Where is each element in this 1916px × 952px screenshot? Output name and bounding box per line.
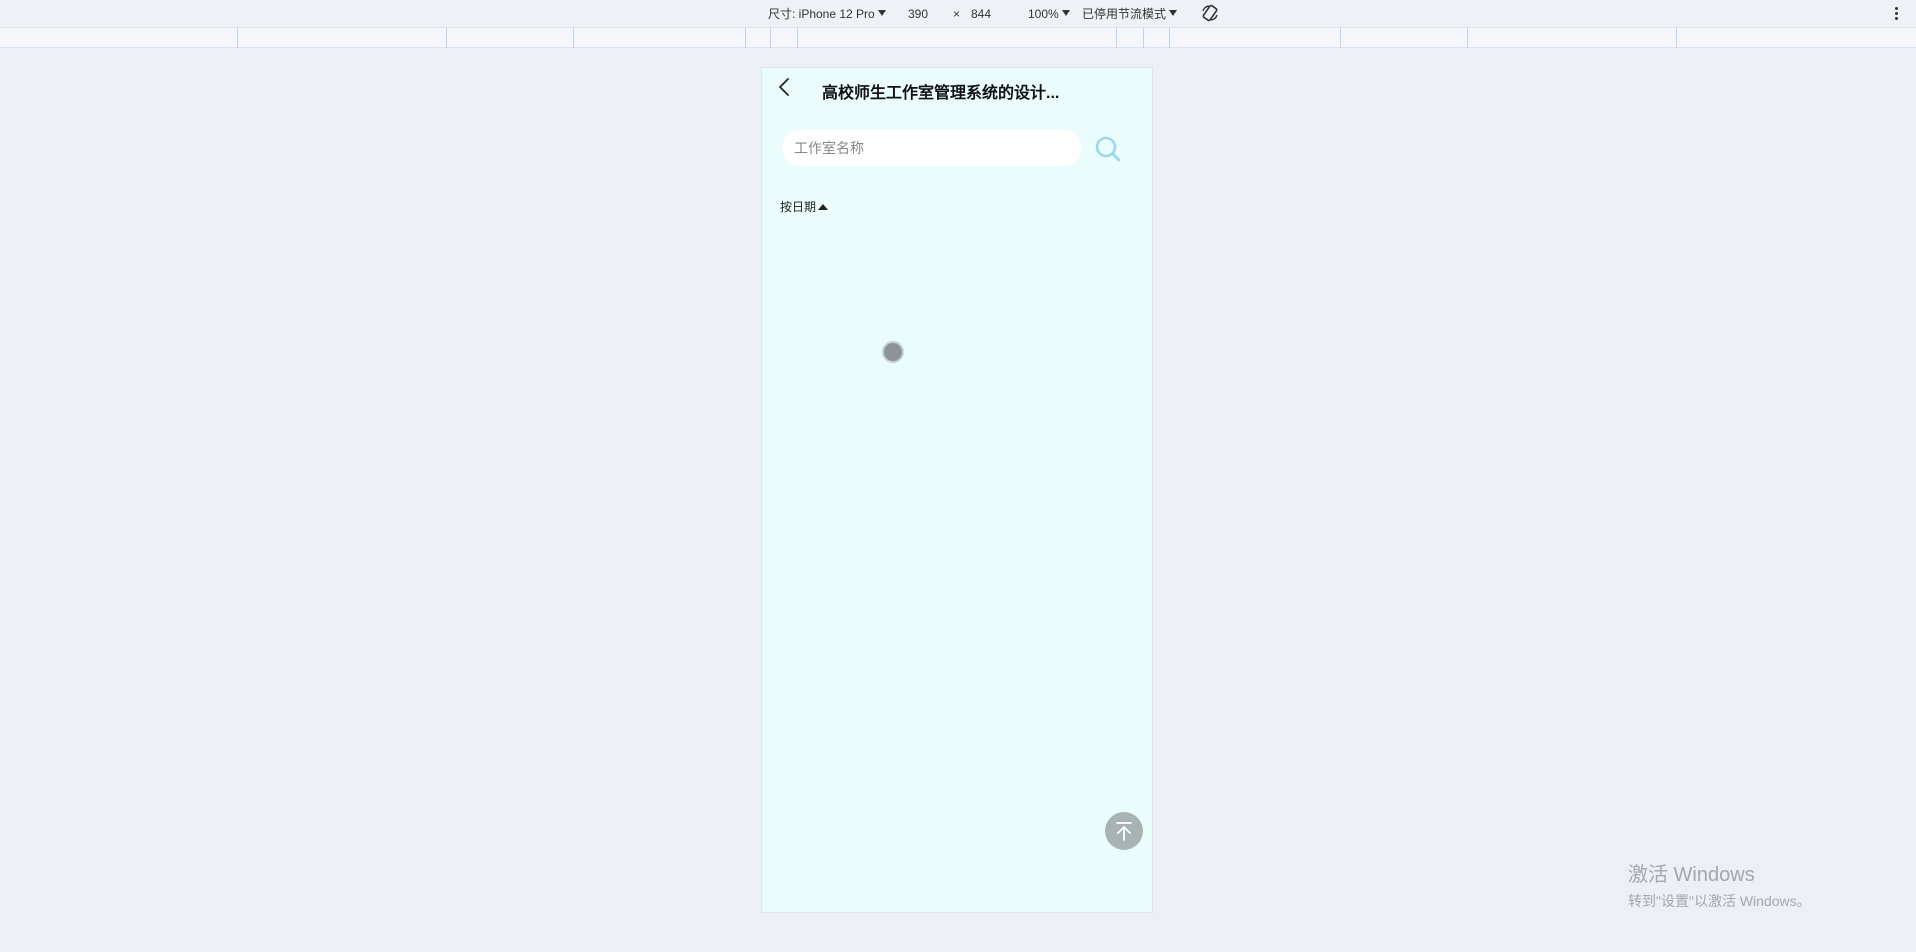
throttle-select[interactable]: 已停用节流模式	[1082, 0, 1178, 28]
watermark-title: 激活 Windows	[1628, 864, 1755, 886]
search-button[interactable]	[1092, 133, 1124, 165]
zoom-label: 100%	[1028, 7, 1059, 21]
ruler-tick	[797, 28, 798, 48]
nav-bar: 高校师生工作室管理系统的设计...	[762, 68, 1152, 110]
ruler-tick	[1676, 28, 1677, 48]
sort-label: 按日期	[780, 200, 817, 214]
ruler-tick	[1340, 28, 1341, 48]
device-select[interactable]: 尺寸: iPhone 12 Pro	[768, 0, 886, 28]
ruler-tick	[237, 28, 238, 48]
back-button[interactable]	[774, 76, 796, 98]
search-bar	[762, 130, 1152, 190]
loading-indicator	[882, 341, 904, 363]
search-icon	[1095, 136, 1121, 162]
devtools-device-toolbar: 尺寸: iPhone 12 Pro 390 × 844 100% 已停用节流模式	[0, 0, 1916, 28]
chevron-left-icon	[779, 78, 789, 96]
ruler-tick	[1116, 28, 1117, 48]
chevron-down-icon	[1061, 10, 1070, 16]
throttle-label: 已停用节流模式	[1082, 7, 1167, 21]
device-label: 尺寸: iPhone 12 Pro	[768, 7, 875, 21]
sort-by-date-button[interactable]: 按日期	[780, 198, 829, 215]
more-options-icon[interactable]	[1895, 7, 1898, 21]
chevron-down-icon	[877, 10, 886, 16]
ruler-tick	[573, 28, 574, 48]
back-to-top-button[interactable]	[1105, 812, 1143, 850]
height-field[interactable]: 844	[971, 0, 991, 28]
zoom-select[interactable]: 100%	[1028, 0, 1070, 28]
rotate-icon	[1202, 4, 1218, 22]
phone-viewport: 高校师生工作室管理系统的设计... 按日期	[762, 68, 1152, 912]
back-to-top-icon	[1116, 822, 1132, 841]
ruler-tick	[1467, 28, 1468, 48]
search-input[interactable]	[782, 130, 1082, 166]
page-title: 高校师生工作室管理系统的设计...	[822, 85, 1060, 102]
ruler-tick	[770, 28, 771, 48]
ruler-tick	[745, 28, 746, 48]
windows-activation-watermark: 激活 Windows 转到"设置"以激活 Windows。	[1628, 858, 1811, 911]
chevron-down-icon	[1169, 10, 1178, 16]
caret-up-icon	[818, 204, 829, 210]
ruler-tick	[1143, 28, 1144, 48]
ruler-tick	[446, 28, 447, 48]
rotate-button[interactable]	[1200, 3, 1220, 25]
watermark-subtitle: 转到"设置"以激活 Windows。	[1628, 893, 1811, 909]
dimension-separator: ×	[953, 7, 961, 21]
ruler-tick	[1169, 28, 1170, 48]
media-query-ruler[interactable]	[0, 28, 1916, 48]
width-field[interactable]: 390	[908, 0, 928, 28]
